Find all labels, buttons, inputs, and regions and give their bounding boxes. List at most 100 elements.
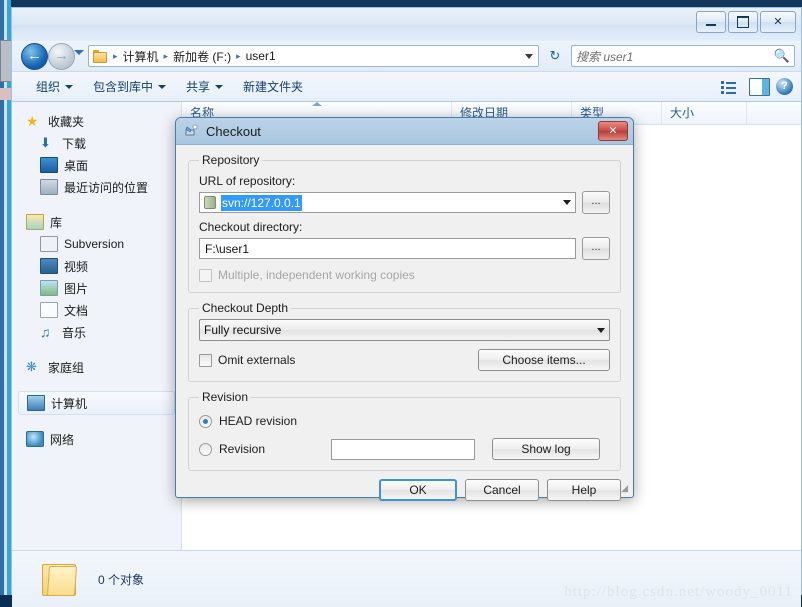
depth-legend: Checkout Depth [202, 301, 289, 315]
sidebar-item-documents[interactable]: 文档 [12, 299, 181, 321]
column-header-size[interactable]: 大小 [662, 102, 747, 124]
refresh-button[interactable]: ↻ [543, 45, 567, 67]
music-icon: ♫ [40, 324, 51, 340]
star-icon: ★ [26, 113, 39, 129]
chevron-down-icon [597, 327, 605, 333]
revision-radio[interactable] [199, 442, 212, 456]
address-bar[interactable]: ▸ 计算机 ▸ 新加卷 (F:) ▸ user1 [88, 45, 539, 67]
choose-items-button[interactable]: Choose items... [478, 349, 610, 371]
sidebar-item-homegroup[interactable]: ❋ 家庭组 [12, 356, 181, 378]
ok-button[interactable]: OK [379, 479, 457, 501]
directory-label: Checkout directory: [199, 220, 303, 234]
checkout-icon [185, 124, 198, 136]
show-log-button[interactable]: Show log [492, 438, 600, 460]
directory-input[interactable]: F:\user1 [199, 238, 576, 259]
command-new-folder[interactable]: 新建文件夹 [233, 75, 313, 98]
breadcrumb-separator: ▸ [236, 50, 241, 61]
homegroup-icon: ❋ [26, 359, 37, 374]
help-icon[interactable]: ? [776, 78, 793, 95]
subversion-icon [40, 236, 58, 252]
depth-dropdown[interactable]: Fully recursive [199, 319, 610, 341]
url-dropdown-icon[interactable] [558, 193, 575, 212]
dialog-close-button[interactable]: ✕ [598, 121, 628, 141]
status-text: 0 个对象 [98, 572, 145, 587]
search-icon: 🔍 [773, 48, 790, 63]
url-label: URL of repository: [199, 174, 296, 188]
folder-icon [40, 562, 80, 596]
depth-value: Fully recursive [204, 323, 282, 337]
breadcrumb-item-1[interactable]: 新加卷 (F:) [171, 48, 233, 65]
chevron-down-icon [158, 84, 167, 89]
forward-button[interactable]: → [48, 43, 75, 70]
command-label: 包含到库中 [93, 80, 154, 94]
recent-pages-chevron-icon[interactable] [74, 50, 84, 55]
column-label: 大小 [670, 106, 695, 120]
command-bar-right: ? [721, 72, 793, 101]
search-input[interactable]: 搜索 user1 🔍 [571, 45, 795, 67]
resize-grip[interactable]: ◢ [621, 483, 628, 494]
breadcrumb-separator: ▸ [163, 50, 169, 61]
back-button[interactable]: ← [21, 43, 48, 70]
head-revision-row[interactable]: HEAD revision [199, 414, 610, 428]
sidebar-item-music[interactable]: ♫ 音乐 [12, 321, 181, 343]
repository-icon [204, 195, 217, 210]
maximize-button[interactable] [728, 11, 758, 33]
url-browse-button[interactable]: ... [582, 191, 610, 214]
command-share[interactable]: 共享 [176, 75, 233, 98]
revision-label: Revision [219, 442, 266, 456]
directory-browse-button[interactable]: ... [582, 237, 610, 260]
help-button[interactable]: Help [547, 479, 621, 501]
dialog-title-bar: Checkout ✕ [176, 118, 633, 145]
navigation-bar: ← → ▸ 计算机 ▸ 新加卷 (F:) ▸ user1 ↻ 搜索 user1 … [12, 41, 801, 71]
url-row: svn://127.0.0.1 ... [199, 191, 610, 214]
address-dropdown-icon[interactable] [525, 53, 533, 59]
url-combobox[interactable]: svn://127.0.0.1 [199, 192, 576, 213]
head-revision-radio[interactable] [199, 414, 212, 428]
dialog-body: Repository URL of repository: svn://127.… [176, 145, 633, 471]
command-include-in-library[interactable]: 包含到库中 [83, 75, 176, 98]
sidebar-item-pictures[interactable]: 图片 [12, 277, 181, 299]
sidebar-item-computer[interactable]: 计算机 [18, 391, 175, 415]
sidebar-item-favorites[interactable]: ★ 收藏夹 [12, 110, 181, 132]
sidebar-item-desktop[interactable]: 桌面 [12, 154, 181, 176]
depth-options-row: Omit externals Choose items... [199, 349, 610, 371]
omit-externals-checkbox[interactable] [199, 353, 212, 367]
omit-externals-label: Omit externals [218, 353, 296, 367]
sidebar-item-recent-places[interactable]: 最近访问的位置 [12, 176, 181, 198]
sidebar-item-label: 家庭组 [48, 360, 85, 375]
revision-input[interactable] [331, 438, 475, 460]
sort-ascending-icon [311, 102, 322, 106]
preview-pane-icon[interactable] [749, 77, 770, 96]
chevron-down-icon [65, 84, 74, 89]
breadcrumb-separator: ▸ [113, 50, 118, 61]
forward-arrow-icon: → [54, 47, 69, 64]
sidebar-item-network[interactable]: 网络 [12, 428, 181, 450]
documents-icon [40, 302, 58, 318]
sidebar-item-label: 文档 [64, 303, 89, 318]
directory-row: F:\user1 ... [199, 237, 610, 260]
breadcrumb-item-2[interactable]: user1 [244, 49, 278, 63]
checkout-dialog: Checkout ✕ Repository URL of repository:… [175, 117, 634, 501]
maximize-icon [737, 16, 749, 28]
sidebar-item-subversion[interactable]: Subversion [12, 233, 181, 255]
sidebar-item-label: 库 [50, 215, 63, 230]
minimize-button[interactable] [696, 11, 726, 33]
sidebar-item-videos[interactable]: 视频 [12, 255, 181, 277]
sidebar-item-libraries[interactable]: 库 [12, 211, 181, 233]
recent-places-icon [40, 179, 58, 195]
downloads-icon: ⬇ [40, 135, 51, 150]
multiple-copies-row[interactable]: Multiple, independent working copies [199, 268, 610, 282]
omit-externals-row[interactable]: Omit externals [199, 353, 295, 367]
breadcrumb-item-0[interactable]: 计算机 [121, 48, 161, 65]
list-view-icon[interactable] [721, 80, 737, 94]
close-button[interactable]: ✕ [760, 11, 796, 33]
repository-legend: Repository [202, 153, 260, 167]
chevron-down-icon [215, 84, 224, 89]
video-icon [40, 258, 58, 274]
sidebar-item-downloads[interactable]: ⬇ 下载 [12, 132, 181, 154]
sidebar-item-label: 网络 [50, 432, 75, 447]
command-bar: 组织 包含到库中 共享 新建文件夹 ? [12, 71, 801, 102]
command-organize[interactable]: 组织 [26, 75, 83, 98]
cancel-button[interactable]: Cancel [465, 479, 539, 501]
